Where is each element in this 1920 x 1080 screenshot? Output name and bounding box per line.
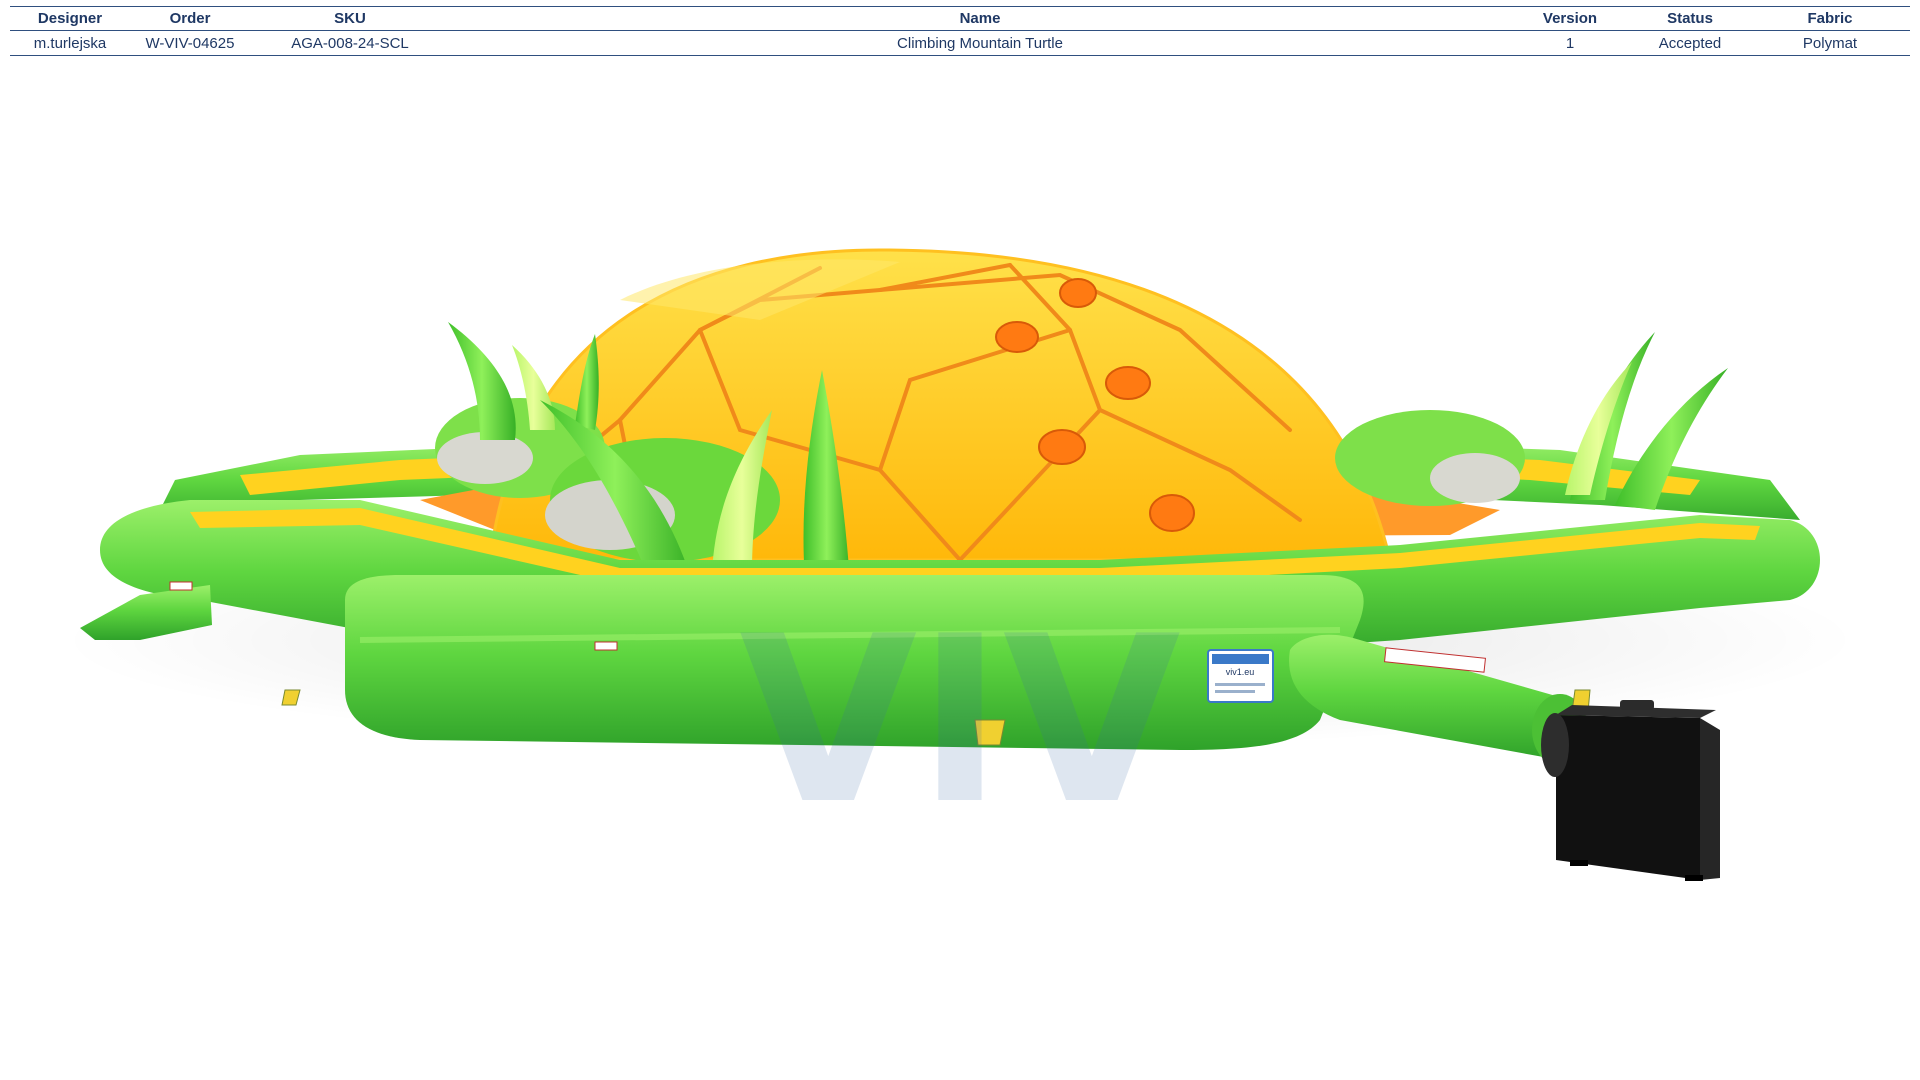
product-render: viv1.eu VIV: [60, 248, 1860, 881]
designer-header: Designer: [37, 10, 103, 27]
fabric-value: Polymat: [1802, 34, 1858, 52]
status-header: Status: [1667, 10, 1713, 27]
sku-header: SKU: [334, 10, 366, 27]
version-value: 1: [1565, 34, 1575, 52]
watermark-text: VIV: [739, 588, 1181, 855]
designer-value: m.turlejska: [33, 34, 107, 52]
blower-handle: [1620, 700, 1654, 710]
name-header: Name: [959, 10, 1001, 27]
order-header: Order: [169, 10, 211, 27]
viv-watermark: VIV: [739, 588, 1181, 855]
label-brand-text: viv1.eu: [1226, 667, 1255, 677]
version-header: Version: [1542, 10, 1598, 27]
order-value: W-VIV-04625: [145, 34, 235, 52]
spec-table: Designer Order SKU Name Version Status F…: [10, 6, 1910, 56]
spec-header-row: Designer Order SKU Name Version Status F…: [10, 6, 1910, 31]
name-value: Climbing Mountain Turtle: [897, 34, 1063, 52]
air-blower: [1541, 700, 1720, 881]
fabric-header: Fabric: [1807, 10, 1853, 27]
spec-data-row: m.turlejska W-VIV-04625 AGA-008-24-SCL C…: [10, 31, 1910, 56]
status-value: Accepted: [1658, 34, 1722, 52]
sku-value: AGA-008-24-SCL: [291, 34, 409, 52]
